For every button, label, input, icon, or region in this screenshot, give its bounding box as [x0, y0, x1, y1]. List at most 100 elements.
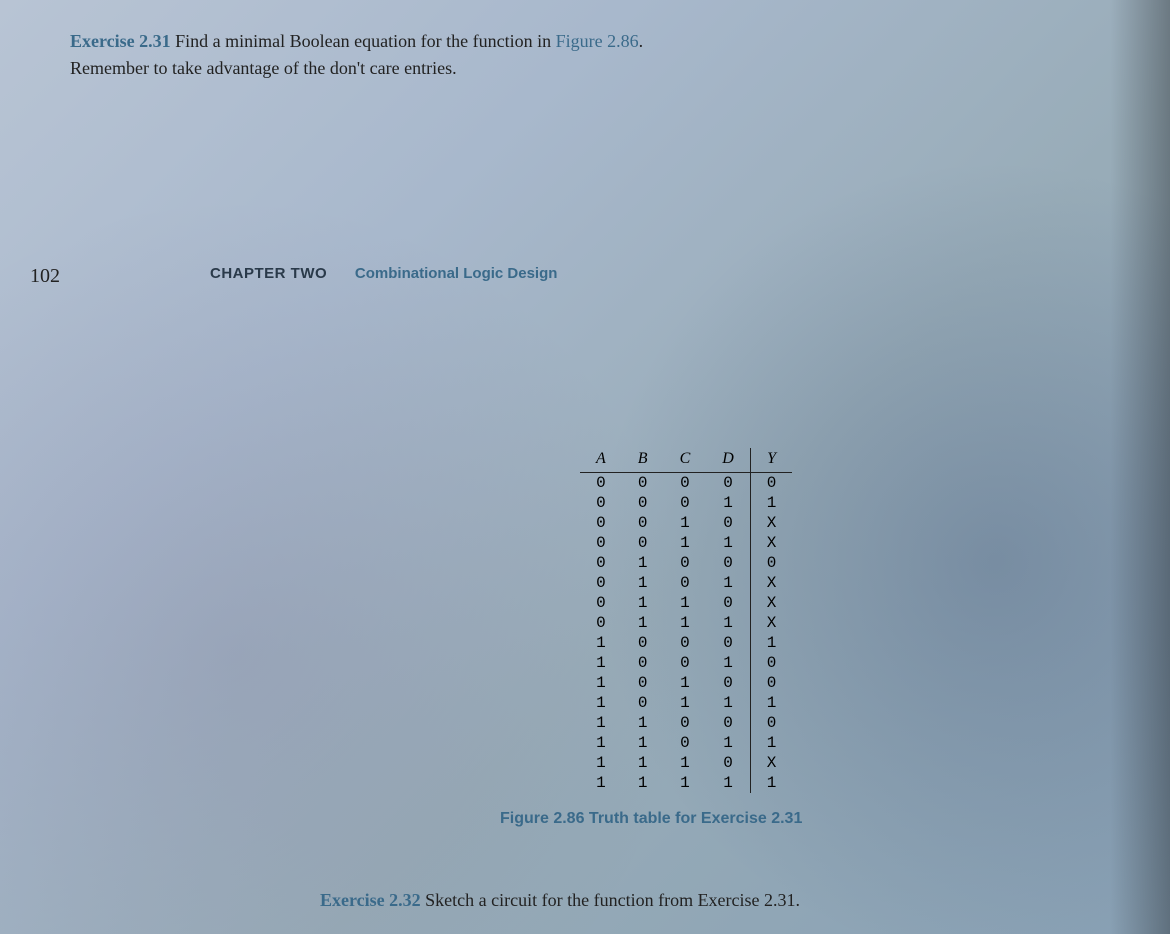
table-cell: 0 [706, 473, 750, 494]
table-cell: 1 [664, 673, 707, 693]
table-row: 0101X [580, 573, 792, 593]
table-cell: 1 [622, 593, 664, 613]
table-cell: X [750, 613, 792, 633]
table-cell: 0 [580, 493, 622, 513]
table-cell: 0 [750, 653, 792, 673]
table-cell: 1 [664, 753, 707, 773]
table-cell: 0 [706, 513, 750, 533]
table-cell: 0 [622, 693, 664, 713]
table-header-row: A B C D Y [580, 448, 792, 473]
table-cell: 0 [706, 753, 750, 773]
table-cell: 1 [706, 493, 750, 513]
table-cell: 0 [664, 733, 707, 753]
table-row: 11000 [580, 713, 792, 733]
table-cell: 0 [664, 573, 707, 593]
table-cell: 0 [664, 653, 707, 673]
table-cell: 1 [750, 633, 792, 653]
table-cell: 0 [750, 673, 792, 693]
table-cell: 0 [750, 713, 792, 733]
table-cell: 0 [622, 673, 664, 693]
table-cell: 1 [750, 773, 792, 793]
table-cell: 1 [622, 713, 664, 733]
table-cell: 1 [750, 693, 792, 713]
col-header-y: Y [750, 448, 792, 473]
page-edge-shadow [1110, 0, 1170, 934]
table-cell: 1 [706, 573, 750, 593]
chapter-header: CHAPTER TWO Combinational Logic Design [210, 265, 557, 283]
table-cell: 0 [664, 473, 707, 494]
table-row: 1110X [580, 753, 792, 773]
table-cell: X [750, 533, 792, 553]
exercise-text-1: Find a minimal Boolean equation for the … [175, 31, 555, 51]
chapter-title: Combinational Logic Design [355, 265, 558, 282]
table-cell: 0 [706, 593, 750, 613]
table-cell: 0 [750, 473, 792, 494]
table-cell: 0 [664, 713, 707, 733]
exercise-232-number: Exercise 2.32 [320, 890, 421, 910]
table-cell: 1 [580, 733, 622, 753]
page-number: 102 [30, 265, 60, 288]
table-row: 11111 [580, 773, 792, 793]
table-cell: 0 [622, 513, 664, 533]
table-cell: 0 [622, 493, 664, 513]
table-cell: 1 [622, 613, 664, 633]
table-cell: 1 [706, 693, 750, 713]
table-row: 00011 [580, 493, 792, 513]
table-cell: 1 [664, 613, 707, 633]
table-row: 0011X [580, 533, 792, 553]
figure-caption: Figure 2.86 Truth table for Exercise 2.3… [500, 810, 802, 828]
chapter-label: CHAPTER TWO [210, 265, 327, 282]
exercise-text-2: . [639, 31, 644, 51]
table-cell: 0 [622, 653, 664, 673]
table-cell: X [750, 573, 792, 593]
table-cell: 1 [622, 573, 664, 593]
table-cell: 0 [664, 493, 707, 513]
table-cell: 1 [622, 553, 664, 573]
table-cell: 0 [580, 553, 622, 573]
exercise-231-block: Exercise 2.31 Find a minimal Boolean equ… [0, 0, 1170, 82]
table-row: 10100 [580, 673, 792, 693]
exercise-text-line2: Remember to take advantage of the don't … [70, 58, 457, 78]
table-cell: 0 [580, 593, 622, 613]
table-cell: X [750, 593, 792, 613]
exercise-number: Exercise 2.31 [70, 31, 171, 51]
table-cell: 0 [580, 473, 622, 494]
table-cell: 0 [580, 513, 622, 533]
table-cell: 1 [664, 513, 707, 533]
table-row: 0010X [580, 513, 792, 533]
table-cell: 0 [622, 533, 664, 553]
table-cell: 1 [580, 713, 622, 733]
table-cell: 0 [706, 633, 750, 653]
table-cell: 1 [580, 753, 622, 773]
table-cell: 1 [706, 613, 750, 633]
table-row: 10111 [580, 693, 792, 713]
table-cell: 1 [580, 633, 622, 653]
table-cell: 0 [580, 613, 622, 633]
exercise-232-text: Sketch a circuit for the function from E… [425, 890, 800, 910]
table-cell: 1 [706, 653, 750, 673]
table-cell: 0 [750, 553, 792, 573]
table-cell: 0 [706, 553, 750, 573]
exercise-232-block: Exercise 2.32 Sketch a circuit for the f… [320, 890, 800, 911]
table-cell: 1 [580, 653, 622, 673]
table-cell: 1 [664, 533, 707, 553]
table-cell: 1 [750, 733, 792, 753]
table-cell: 1 [580, 673, 622, 693]
table-cell: 1 [580, 693, 622, 713]
table-cell: 0 [664, 553, 707, 573]
table-cell: 1 [664, 593, 707, 613]
table-cell: 1 [706, 533, 750, 553]
table-cell: 0 [622, 633, 664, 653]
col-header-d: D [706, 448, 750, 473]
table-cell: 1 [664, 773, 707, 793]
col-header-c: C [664, 448, 707, 473]
table-cell: 0 [580, 573, 622, 593]
table-row: 10001 [580, 633, 792, 653]
table-cell: 1 [622, 773, 664, 793]
table-cell: X [750, 753, 792, 773]
table-cell: 1 [580, 773, 622, 793]
table-row: 11011 [580, 733, 792, 753]
table-cell: 0 [580, 533, 622, 553]
figure-reference: Figure 2.86 [556, 31, 639, 51]
table-cell: 1 [706, 773, 750, 793]
